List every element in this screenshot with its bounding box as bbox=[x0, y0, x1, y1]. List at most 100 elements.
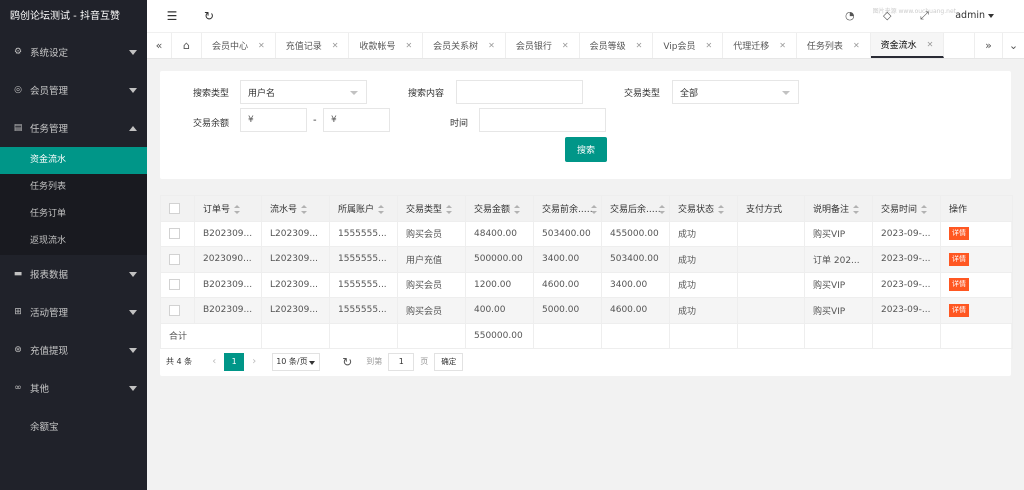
close-icon[interactable]: ✕ bbox=[405, 41, 412, 50]
search-type-select[interactable]: 用户名 bbox=[240, 80, 367, 104]
header-flow-no[interactable]: 流水号 bbox=[261, 195, 330, 222]
tab-agent-migration[interactable]: 代理迁移 ✕ bbox=[723, 33, 797, 58]
tab-fund-flow[interactable]: 资金流水 ✕ bbox=[870, 33, 945, 58]
header-checkbox-cell[interactable] bbox=[160, 195, 195, 222]
fund-flow-table-card: 订单号 流水号 所属账户 交易类型 交易金额 交易前余... 交易后余... 交… bbox=[160, 195, 1013, 376]
close-icon[interactable]: ✕ bbox=[779, 41, 786, 50]
row-checkbox[interactable] bbox=[169, 304, 180, 316]
nav-group-reports[interactable]: ▬ 报表数据 bbox=[0, 255, 147, 293]
row-checkbox[interactable] bbox=[169, 253, 180, 265]
header-balance-after[interactable]: 交易后余... bbox=[601, 195, 670, 222]
tab-task-list[interactable]: 任务列表 ✕ bbox=[797, 33, 871, 58]
nav-group-recharge[interactable]: ⊛ 充值提现 bbox=[0, 331, 147, 369]
sort-icon[interactable] bbox=[378, 204, 385, 214]
sidebar-item-task-list[interactable]: 任务列表 bbox=[0, 174, 147, 201]
close-icon[interactable]: ✕ bbox=[332, 41, 339, 50]
home-tab-icon[interactable]: ⌂ bbox=[172, 33, 202, 58]
goto-confirm-button[interactable]: 确定 bbox=[434, 352, 464, 371]
header-status[interactable]: 交易状态 bbox=[669, 195, 738, 222]
tabs-menu-chevron-down-icon[interactable]: ⌄ bbox=[1002, 33, 1024, 58]
time-label: 时间 bbox=[450, 119, 469, 129]
header-account[interactable]: 所属账户 bbox=[329, 195, 398, 222]
nav-group-other[interactable]: ∞ 其他 bbox=[0, 369, 147, 407]
header-balance-before[interactable]: 交易前余... bbox=[533, 195, 602, 222]
detail-button[interactable]: 详情 bbox=[949, 227, 969, 241]
tab-member-bank[interactable]: 会员银行 ✕ bbox=[506, 33, 580, 58]
sort-icon[interactable] bbox=[718, 204, 725, 214]
nav-group-activities[interactable]: ⊞ 活动管理 bbox=[0, 293, 147, 331]
search-button[interactable]: 搜索 bbox=[565, 137, 607, 162]
header-trade-type[interactable]: 交易类型 bbox=[397, 195, 466, 222]
select-value: 用户名 bbox=[248, 88, 276, 99]
row-checkbox[interactable] bbox=[169, 279, 180, 291]
tab-vip-members[interactable]: Vip会员 ✕ bbox=[653, 33, 724, 58]
header-order-no[interactable]: 订单号 bbox=[194, 195, 262, 222]
menu-toggle-icon[interactable]: ☰ bbox=[165, 9, 179, 23]
header-time[interactable]: 交易时间 bbox=[872, 195, 941, 222]
close-icon[interactable]: ✕ bbox=[706, 41, 713, 50]
next-page-icon[interactable]: › bbox=[252, 356, 256, 367]
trade-type-select[interactable]: 全部 bbox=[672, 80, 799, 104]
balance-max-input[interactable]: ¥ bbox=[323, 108, 390, 132]
close-icon[interactable]: ✕ bbox=[927, 40, 934, 49]
balance-min-input[interactable]: ¥ bbox=[240, 108, 307, 132]
sort-icon[interactable] bbox=[301, 204, 308, 214]
table-row: 2023090... L202309... 1555555... 用户充值 50… bbox=[160, 246, 1013, 273]
close-icon[interactable]: ✕ bbox=[562, 41, 569, 50]
detail-button[interactable]: 详情 bbox=[949, 278, 969, 292]
sort-icon[interactable] bbox=[853, 204, 860, 214]
header-remark[interactable]: 说明备注 bbox=[804, 195, 873, 222]
refresh-icon[interactable]: ↻ bbox=[202, 9, 216, 23]
list-icon: ▤ bbox=[13, 123, 23, 133]
nav-label: 系统设定 bbox=[30, 48, 69, 59]
close-icon[interactable]: ✕ bbox=[636, 41, 643, 50]
nav-group-members[interactable]: ◎ 会员管理 bbox=[0, 71, 147, 109]
sort-icon[interactable] bbox=[921, 204, 928, 214]
sort-icon[interactable] bbox=[446, 204, 453, 214]
close-icon[interactable]: ✕ bbox=[853, 41, 860, 50]
balance-after-cell: 455000.00 bbox=[601, 220, 670, 247]
tab-recharge-records[interactable]: 充值记录 ✕ bbox=[276, 33, 350, 58]
page-size-select[interactable]: 10 条/页 bbox=[272, 352, 321, 371]
close-icon[interactable]: ✕ bbox=[488, 41, 495, 50]
tabs-scroll-left-icon[interactable]: « bbox=[147, 33, 172, 58]
detail-button[interactable]: 详情 bbox=[949, 303, 969, 317]
prev-page-icon[interactable]: ‹ bbox=[212, 356, 216, 367]
chevron-down-icon bbox=[129, 309, 137, 315]
chevron-down-icon bbox=[129, 87, 137, 93]
tabs-scroll-right-icon[interactable]: » bbox=[974, 33, 1002, 58]
header-amount[interactable]: 交易金额 bbox=[465, 195, 534, 222]
tab-member-center[interactable]: 会员中心 ✕ bbox=[202, 33, 276, 58]
time-input[interactable] bbox=[479, 108, 606, 132]
user-menu[interactable]: admin bbox=[955, 10, 994, 21]
tab-payment-accounts[interactable]: 收款帐号 ✕ bbox=[349, 33, 424, 58]
balance-after-cell: 3400.00 bbox=[601, 271, 670, 298]
chevron-down-icon bbox=[129, 49, 137, 55]
row-checkbox[interactable] bbox=[169, 228, 180, 240]
tag-icon[interactable]: ◇ bbox=[883, 9, 891, 22]
select-all-checkbox[interactable] bbox=[169, 202, 180, 214]
tab-member-tree[interactable]: 会员关系树 ✕ bbox=[423, 33, 506, 58]
nav-group-yuebao[interactable]: 余额宝 bbox=[0, 407, 147, 445]
sidebar-item-fund-flow[interactable]: 资金流水 bbox=[0, 147, 147, 174]
nav-label: 会员管理 bbox=[30, 86, 69, 97]
fund-flow-table: 订单号 流水号 所属账户 交易类型 交易金额 交易前余... 交易后余... 交… bbox=[160, 195, 1013, 349]
fullscreen-icon[interactable]: ⤢ bbox=[920, 9, 929, 23]
theme-icon[interactable]: ◔ bbox=[845, 9, 855, 22]
nav-group-system[interactable]: ⚙ 系统设定 bbox=[0, 33, 147, 71]
sort-icon[interactable] bbox=[234, 204, 241, 214]
detail-button[interactable]: 详情 bbox=[949, 252, 969, 266]
goto-page-input[interactable]: 1 bbox=[388, 352, 415, 371]
refresh-table-icon[interactable]: ↻ bbox=[342, 355, 352, 369]
account-cell: 1555555... bbox=[329, 297, 398, 324]
pagination-total: 共 4 条 bbox=[166, 357, 193, 366]
trade-type-cell: 用户充值 bbox=[397, 246, 466, 273]
page-1-button[interactable]: 1 bbox=[224, 352, 245, 371]
sort-icon[interactable] bbox=[514, 204, 521, 214]
close-icon[interactable]: ✕ bbox=[258, 41, 265, 50]
tab-member-level[interactable]: 会员等级 ✕ bbox=[580, 33, 654, 58]
search-content-input[interactable] bbox=[456, 80, 583, 104]
sidebar-item-cashback-flow[interactable]: 返现流水 bbox=[0, 228, 147, 255]
nav-group-tasks[interactable]: ▤ 任务管理 bbox=[0, 109, 147, 147]
sidebar-item-task-orders[interactable]: 任务订单 bbox=[0, 201, 147, 228]
